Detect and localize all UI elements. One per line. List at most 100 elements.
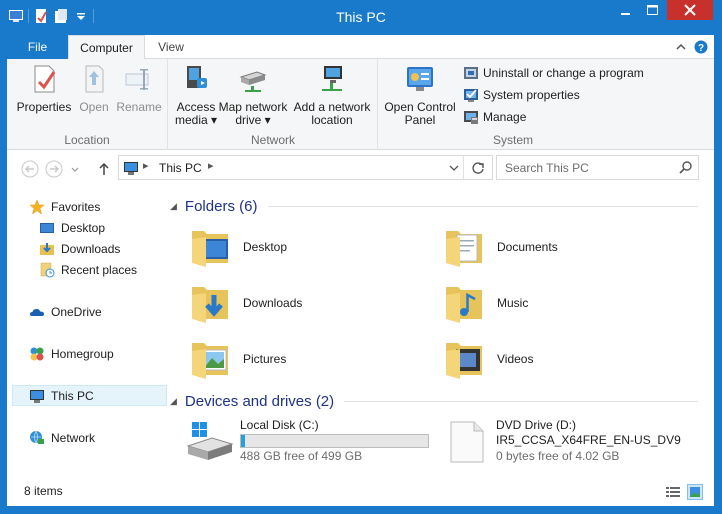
devices-section-header[interactable]: ◢ Devices and drives (2) bbox=[170, 391, 334, 411]
nav-homegroup[interactable]: Homegroup bbox=[29, 343, 114, 364]
address-bar[interactable]: ▸ This PC ▸ bbox=[118, 155, 493, 180]
network-location-icon bbox=[316, 63, 348, 95]
maximize-button[interactable] bbox=[639, 0, 666, 20]
breadcrumb-chevron-icon[interactable]: ▸ bbox=[208, 159, 214, 172]
system-properties-label: System properties bbox=[483, 88, 580, 102]
folder-music-label: Music bbox=[497, 296, 529, 310]
manage-label: Manage bbox=[483, 110, 527, 124]
add-network-location-button[interactable]: Add a network location bbox=[291, 63, 373, 127]
nav-this-pc-label: This PC bbox=[51, 388, 94, 403]
documents-folder-icon bbox=[442, 225, 486, 269]
dvd-drive-icon bbox=[448, 420, 488, 467]
nav-downloads[interactable]: Downloads bbox=[39, 238, 120, 259]
search-box[interactable]: Search This PC bbox=[496, 155, 699, 180]
system-properties-icon bbox=[463, 87, 479, 103]
uninstall-label: Uninstall or change a program bbox=[483, 66, 644, 80]
address-dropdown-icon[interactable] bbox=[447, 160, 461, 179]
address-row: ▸ This PC ▸ Search This PC bbox=[7, 150, 714, 186]
tab-computer[interactable]: Computer bbox=[68, 35, 145, 60]
location-group-label: Location bbox=[64, 133, 110, 147]
collapse-ribbon-icon[interactable] bbox=[674, 40, 688, 54]
properties-button[interactable]: Properties bbox=[15, 63, 73, 114]
nav-recent-label: Recent places bbox=[61, 262, 138, 277]
manage-button[interactable]: Manage bbox=[463, 107, 526, 127]
map-network-drive-button[interactable]: Map network drive ▾ bbox=[217, 63, 289, 127]
breadcrumb-separator-icon: ▸ bbox=[143, 160, 149, 172]
explorer-window: This PC File Computer View ? Properties … bbox=[0, 0, 722, 514]
open-button[interactable]: Open bbox=[75, 63, 113, 114]
network-icon bbox=[29, 430, 45, 446]
folder-desktop[interactable]: Desktop bbox=[188, 223, 287, 271]
folders-section-header[interactable]: ◢ Folders (6) bbox=[170, 196, 257, 216]
nav-favorites-label: Favorites bbox=[51, 199, 101, 214]
videos-folder-icon bbox=[442, 337, 486, 381]
pictures-folder-icon bbox=[188, 337, 232, 381]
folders-divider bbox=[268, 206, 698, 207]
nav-favorites[interactable]: Favorites bbox=[29, 196, 100, 217]
nav-network[interactable]: Network bbox=[29, 427, 95, 448]
nav-onedrive[interactable]: OneDrive bbox=[29, 301, 102, 322]
breadcrumb-this-pc[interactable]: This PC bbox=[159, 161, 202, 175]
access-media-button[interactable]: Access media ▾ bbox=[173, 63, 219, 127]
open-icon bbox=[78, 63, 110, 95]
desktop-icon bbox=[39, 220, 55, 236]
network-drive-icon bbox=[237, 63, 269, 95]
details-view-icon[interactable] bbox=[665, 484, 681, 500]
location-group: Properties Open Rename Location bbox=[7, 59, 168, 150]
folder-documents[interactable]: Documents bbox=[442, 223, 558, 271]
local-disk-usage-fill bbox=[241, 435, 246, 447]
nav-network-label: Network bbox=[51, 430, 96, 445]
large-icons-view-icon[interactable] bbox=[687, 484, 703, 500]
nav-this-pc[interactable]: This PC bbox=[12, 385, 167, 406]
drive-local-disk[interactable]: Local Disk (C:) 488 GB free of 499 GB bbox=[186, 418, 436, 466]
properties-icon bbox=[28, 63, 60, 95]
collapse-triangle-icon[interactable]: ◢ bbox=[170, 396, 177, 407]
up-button[interactable] bbox=[95, 160, 113, 178]
forward-button[interactable] bbox=[45, 160, 63, 178]
manage-icon bbox=[463, 109, 479, 125]
back-button[interactable] bbox=[21, 160, 39, 178]
open-control-panel-button[interactable]: Open Control Panel bbox=[381, 63, 459, 127]
devices-header-label: Devices and drives (2) bbox=[184, 392, 335, 410]
downloads-folder-icon bbox=[188, 281, 232, 325]
network-group-label: Network bbox=[250, 133, 295, 147]
collapse-triangle-icon[interactable]: ◢ bbox=[170, 201, 177, 212]
devices-divider bbox=[344, 401, 698, 402]
status-bar: 8 items bbox=[7, 478, 714, 506]
system-properties-button[interactable]: System properties bbox=[463, 85, 580, 105]
search-icon[interactable] bbox=[678, 160, 694, 179]
properties-label: Properties bbox=[16, 100, 72, 114]
folders-header-label: Folders (6) bbox=[184, 197, 258, 215]
content-pane: ◢ Folders (6) Desktop Documents Download… bbox=[170, 186, 710, 476]
recent-locations-chevron-icon[interactable] bbox=[69, 160, 81, 178]
title-bar[interactable]: This PC bbox=[0, 0, 722, 35]
refresh-icon[interactable] bbox=[470, 160, 486, 179]
tab-view[interactable]: View bbox=[145, 35, 197, 59]
minimize-button[interactable] bbox=[612, 0, 639, 20]
dvd-free-space: 0 bytes free of 4.02 GB bbox=[496, 449, 620, 463]
local-disk-icon bbox=[186, 420, 234, 467]
search-input[interactable]: Search This PC bbox=[505, 161, 589, 175]
dvd-volume-label: IR5_CCSA_X64FRE_EN-US_DV9 bbox=[496, 433, 681, 447]
ribbon: Properties Open Rename Location Access m… bbox=[7, 59, 714, 150]
computer-icon bbox=[29, 388, 45, 404]
recent-places-icon bbox=[39, 262, 55, 278]
rename-button[interactable]: Rename bbox=[115, 63, 163, 114]
nav-recent-places[interactable]: Recent places bbox=[39, 259, 137, 280]
nav-desktop[interactable]: Desktop bbox=[39, 217, 105, 238]
add-location-label-2: location bbox=[311, 113, 353, 127]
map-drive-label-2: drive ▾ bbox=[235, 113, 271, 127]
folder-music[interactable]: Music bbox=[442, 279, 528, 327]
onedrive-icon bbox=[29, 304, 45, 320]
close-button[interactable] bbox=[667, 0, 713, 20]
folder-pictures[interactable]: Pictures bbox=[188, 335, 286, 383]
this-pc-icon bbox=[123, 160, 139, 179]
folder-videos[interactable]: Videos bbox=[442, 335, 533, 383]
folder-downloads[interactable]: Downloads bbox=[188, 279, 302, 327]
tab-file[interactable]: File bbox=[7, 35, 68, 59]
system-group-label: System bbox=[492, 133, 533, 147]
help-icon[interactable]: ? bbox=[694, 40, 708, 54]
drive-dvd[interactable]: DVD Drive (D:) IR5_CCSA_X64FRE_EN-US_DV9… bbox=[442, 418, 702, 466]
access-media-label-2: media ▾ bbox=[174, 113, 218, 127]
uninstall-program-button[interactable]: Uninstall or change a program bbox=[463, 63, 644, 83]
